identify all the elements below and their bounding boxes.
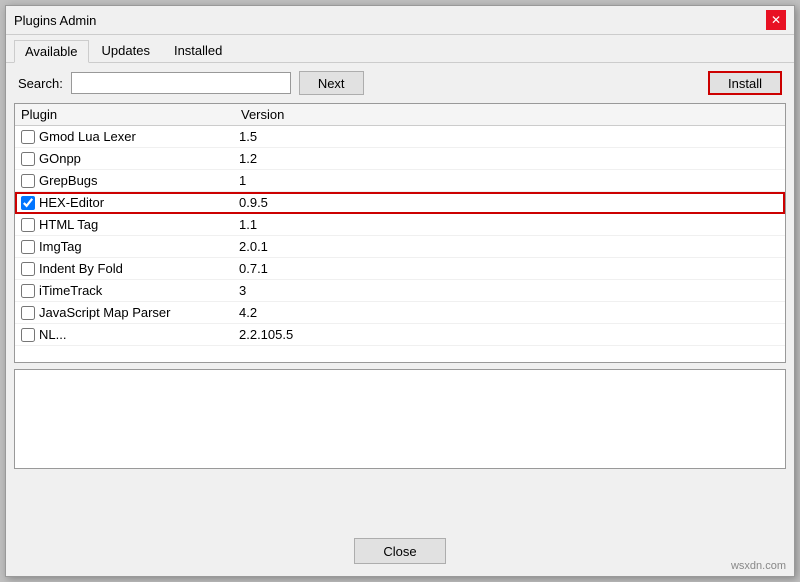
dialog-title: Plugins Admin	[14, 13, 96, 28]
plugin-name: JavaScript Map Parser	[39, 305, 239, 320]
plugin-checkbox[interactable]	[21, 174, 35, 188]
watermark: wsxdn.com	[731, 560, 786, 572]
plugin-checkbox[interactable]	[21, 196, 35, 210]
footer: Close	[6, 528, 794, 576]
plugins-admin-dialog: Plugins Admin ✕ Available Updates Instal…	[5, 5, 795, 577]
plugin-checkbox[interactable]	[21, 218, 35, 232]
plugin-version: 2.2.105.5	[239, 327, 779, 342]
plugin-version: 4.2	[239, 305, 779, 320]
plugin-name: iTimeTrack	[39, 283, 239, 298]
plugin-checkbox[interactable]	[21, 130, 35, 144]
plugin-version: 3	[239, 283, 779, 298]
toolbar: Search: Next Install	[6, 63, 794, 103]
tab-installed[interactable]: Installed	[163, 39, 233, 62]
table-row[interactable]: NL...2.2.105.5	[15, 324, 785, 346]
table-row[interactable]: JavaScript Map Parser4.2	[15, 302, 785, 324]
plugin-name: HTML Tag	[39, 217, 239, 232]
install-button[interactable]: Install	[708, 71, 782, 95]
next-button[interactable]: Next	[299, 71, 364, 95]
title-bar: Plugins Admin ✕	[6, 6, 794, 35]
plugin-name: Gmod Lua Lexer	[39, 129, 239, 144]
plugin-name: ImgTag	[39, 239, 239, 254]
table-row[interactable]: HTML Tag1.1	[15, 214, 785, 236]
plugin-version: 1	[239, 173, 779, 188]
plugin-checkbox[interactable]	[21, 306, 35, 320]
plugin-checkbox[interactable]	[21, 328, 35, 342]
plugin-name: GrepBugs	[39, 173, 239, 188]
plugin-version: 0.9.5	[239, 195, 779, 210]
plugin-version: 1.1	[239, 217, 779, 232]
table-row[interactable]: HEX-Editor0.9.5	[15, 192, 785, 214]
plugin-version: 1.2	[239, 151, 779, 166]
plugin-name: HEX-Editor	[39, 195, 239, 210]
plugin-version: 2.0.1	[239, 239, 779, 254]
table-row[interactable]: ImgTag2.0.1	[15, 236, 785, 258]
table-row[interactable]: Indent By Fold0.7.1	[15, 258, 785, 280]
table-row[interactable]: iTimeTrack3	[15, 280, 785, 302]
tabs-container: Available Updates Installed	[6, 35, 794, 63]
table-row[interactable]: GOnpp1.2	[15, 148, 785, 170]
plugin-checkbox[interactable]	[21, 284, 35, 298]
content-area: Plugin Version Gmod Lua Lexer1.5GOnpp1.2…	[6, 103, 794, 528]
table-row[interactable]: Gmod Lua Lexer1.5	[15, 126, 785, 148]
plugin-list-scroll[interactable]: Gmod Lua Lexer1.5GOnpp1.2GrepBugs1HEX-Ed…	[15, 126, 785, 362]
plugin-name: Indent By Fold	[39, 261, 239, 276]
plugin-checkbox[interactable]	[21, 262, 35, 276]
table-row[interactable]: GrepBugs1	[15, 170, 785, 192]
plugin-checkbox[interactable]	[21, 240, 35, 254]
plugin-checkbox[interactable]	[21, 152, 35, 166]
description-container	[14, 369, 786, 469]
col-version-header: Version	[241, 107, 779, 122]
tab-updates[interactable]: Updates	[91, 39, 161, 62]
plugin-name: GOnpp	[39, 151, 239, 166]
close-button[interactable]: ✕	[766, 10, 786, 30]
tab-available[interactable]: Available	[14, 40, 89, 63]
plugin-list-container: Plugin Version Gmod Lua Lexer1.5GOnpp1.2…	[14, 103, 786, 363]
close-dialog-button[interactable]: Close	[354, 538, 445, 564]
col-plugin-header: Plugin	[21, 107, 241, 122]
plugin-name: NL...	[39, 327, 239, 342]
search-label: Search:	[18, 76, 63, 91]
list-header: Plugin Version	[15, 104, 785, 126]
search-input[interactable]	[71, 72, 291, 94]
plugin-version: 0.7.1	[239, 261, 779, 276]
plugin-version: 1.5	[239, 129, 779, 144]
